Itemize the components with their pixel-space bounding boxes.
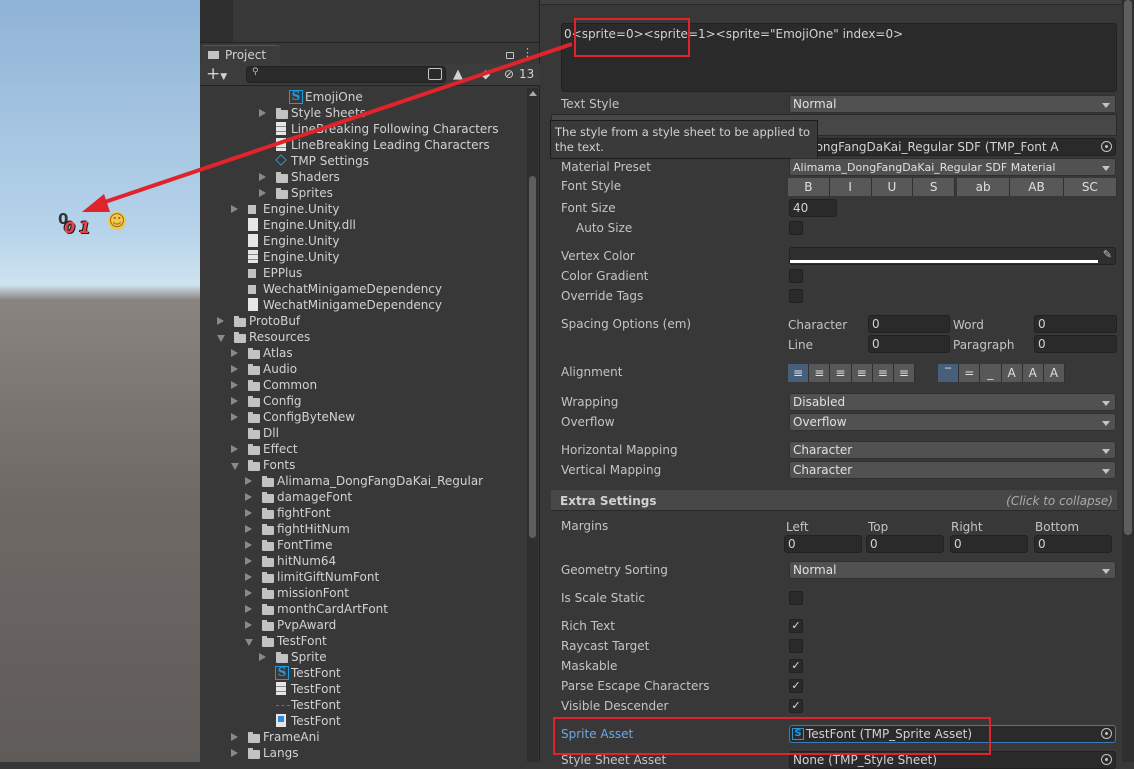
annotation-arrow — [82, 42, 573, 212]
